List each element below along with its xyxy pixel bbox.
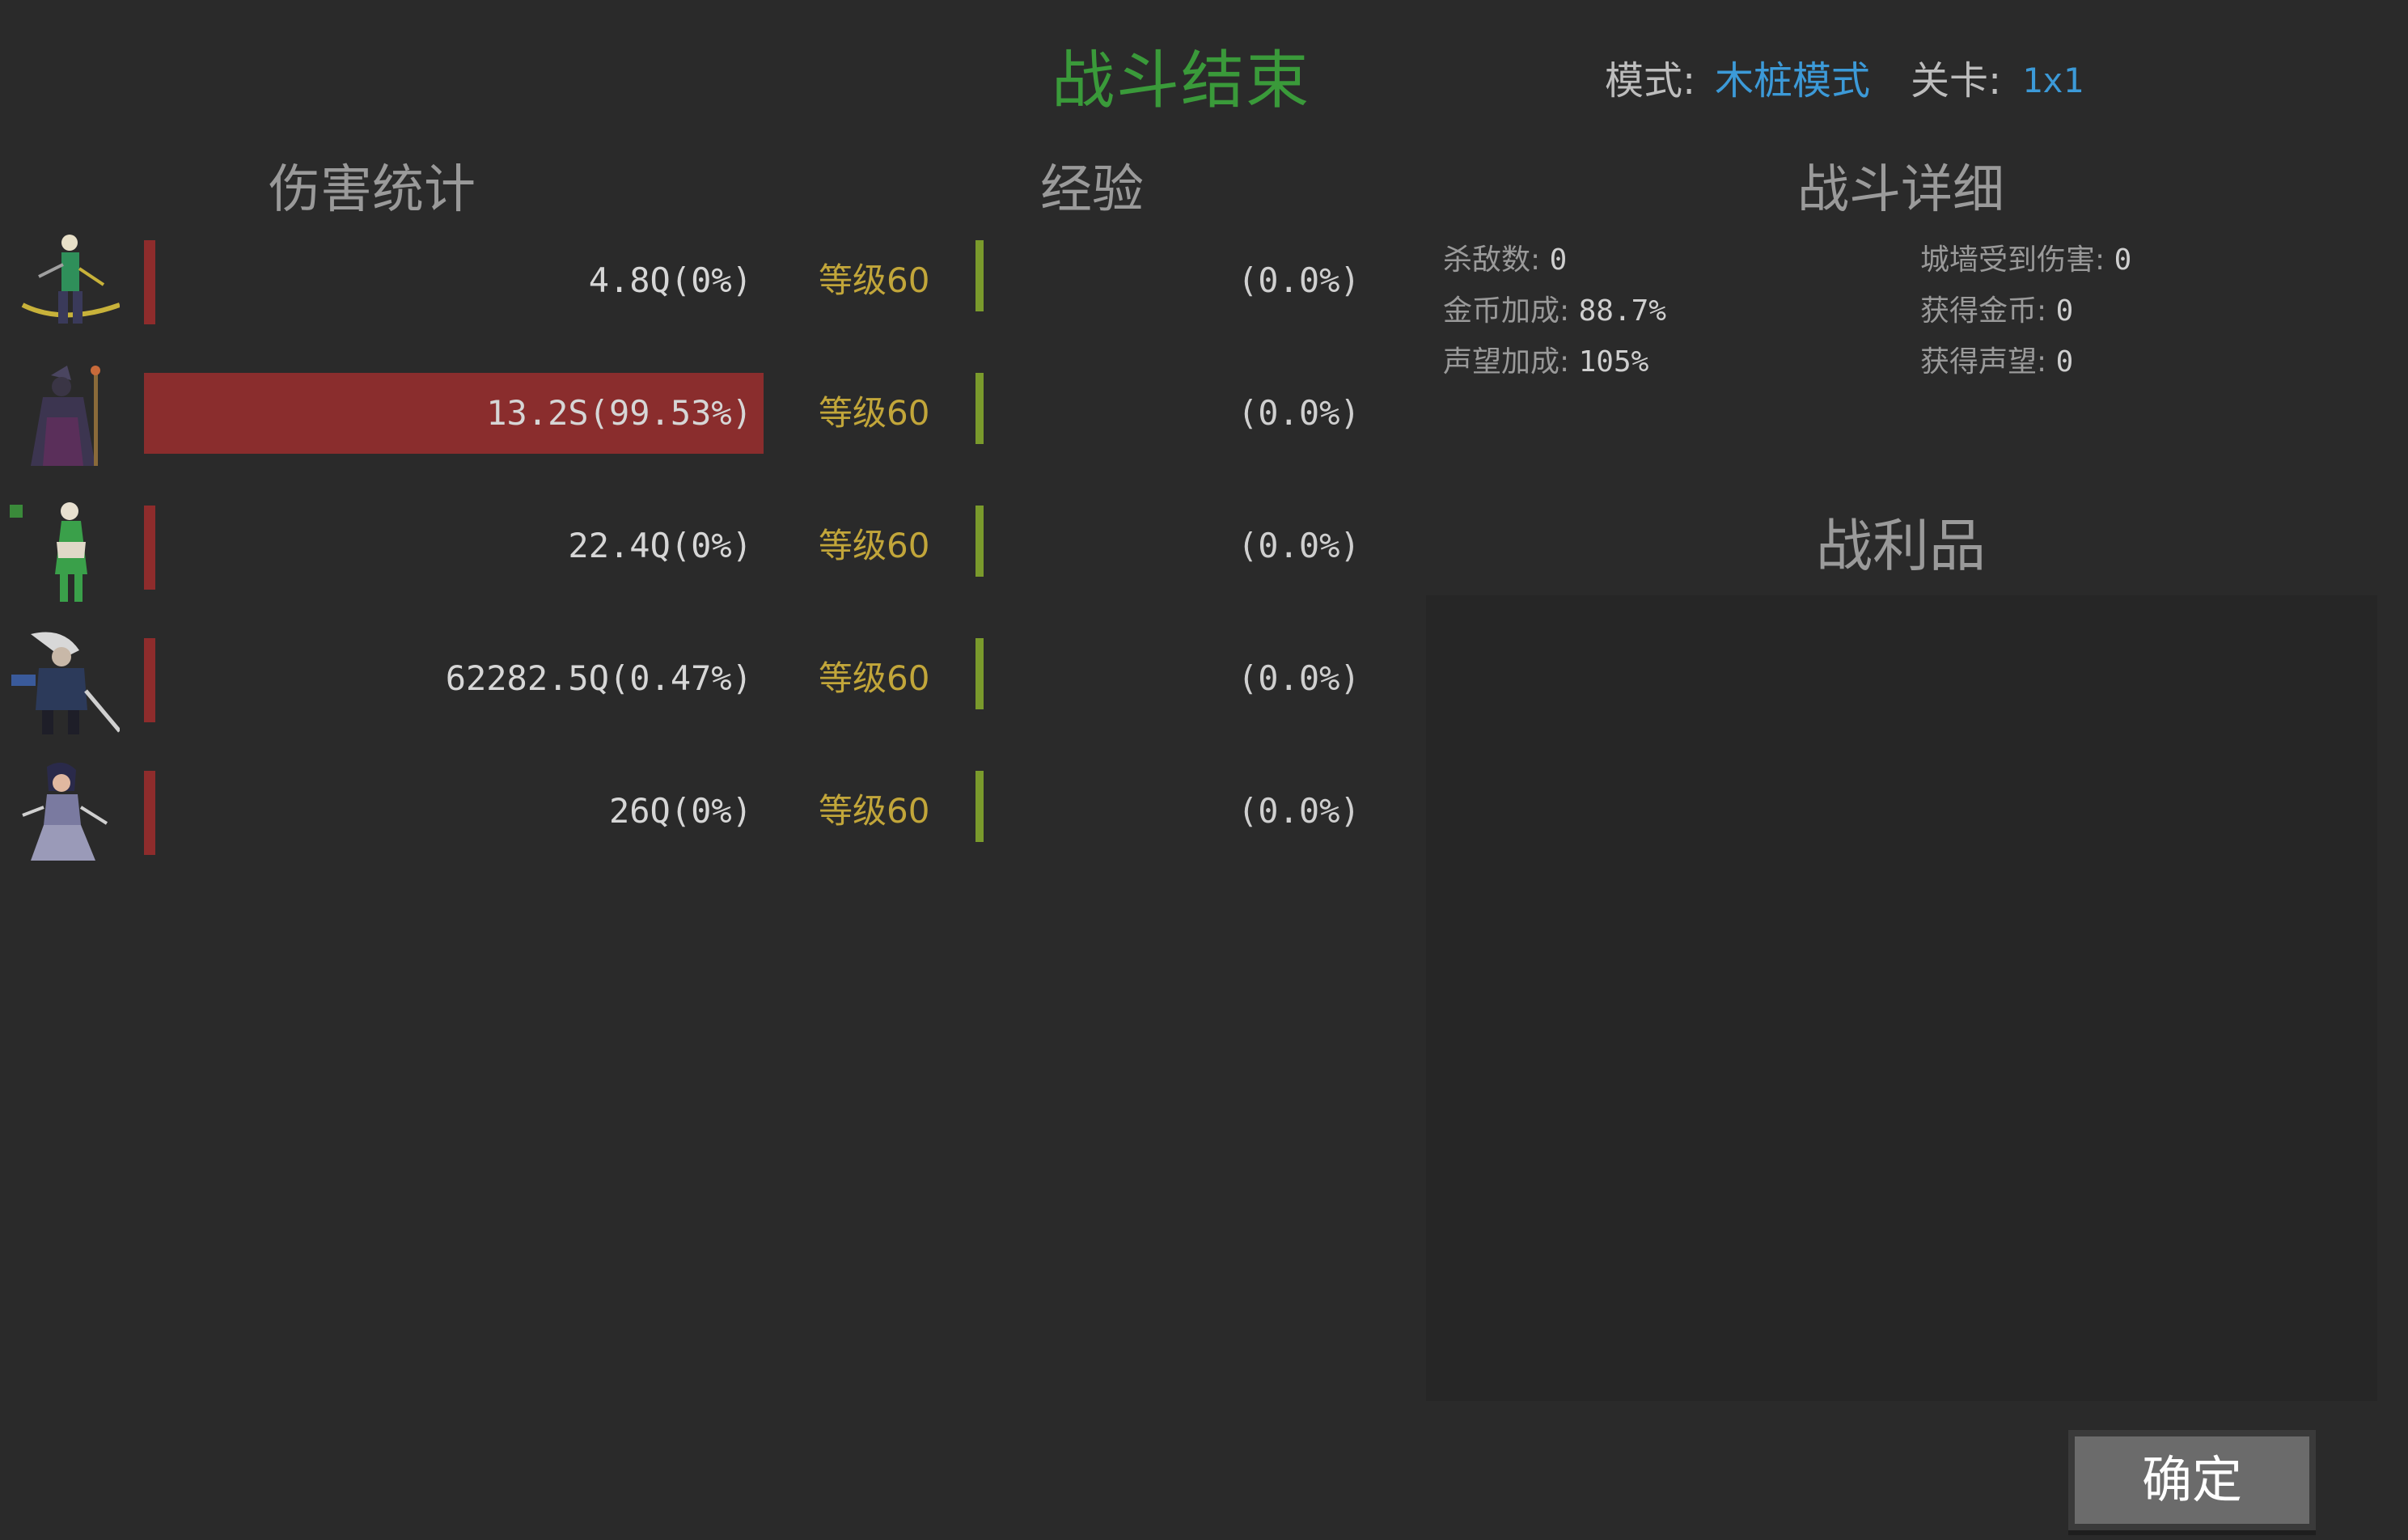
damage-stats-heading: 伤害统计 — [269, 160, 476, 220]
exp-value: (0.0%) — [1238, 658, 1361, 698]
wall-damage-value: 0 — [2114, 243, 2132, 277]
fame-gained-value: 0 — [2055, 345, 2074, 379]
gold-gained-value: 0 — [2055, 294, 2074, 328]
fame-gained-label: 获得声望: — [1920, 345, 2047, 379]
druid-icon — [10, 502, 87, 602]
kills-value: 0 — [1549, 243, 1568, 277]
exp-bar — [975, 240, 984, 311]
exp-value: (0.0%) — [1238, 791, 1361, 831]
hero-row: 22.4Q(0%) 等级60 (0.0%) — [0, 493, 1391, 607]
loot-panel — [1426, 595, 2377, 1401]
wall-damage-label: 城墙受到伤害: — [1920, 243, 2105, 277]
wall-damage-stat: 城墙受到伤害: 0 — [1920, 236, 2131, 285]
hero-row: 62282.5Q(0.47%) 等级60 (0.0%) — [0, 626, 1391, 739]
battle-details-heading: 战斗详细 — [1797, 160, 2004, 220]
hero-level: 等级60 — [819, 658, 930, 698]
fame-bonus-stat: 声望加成: 105% — [1443, 338, 1648, 387]
battle-result-screen: 战斗结束 模式: 木桩模式 关卡: 1x1 伤害统计 经验 战斗详细 战利品 4… — [0, 0, 2408, 1540]
exp-value: (0.0%) — [1238, 393, 1361, 433]
hero-row: 13.2S(99.53%) 等级60 (0.0%) — [0, 361, 1391, 474]
hero-level: 等级60 — [819, 526, 930, 565]
damage-value: 13.2S(99.53%) — [486, 393, 752, 433]
gold-bonus-value: 88.7% — [1578, 294, 1666, 328]
hero-level: 等级60 — [819, 393, 930, 433]
dark-mage-icon — [31, 366, 100, 466]
damage-value: 26Q(0%) — [608, 791, 752, 831]
gold-gained-label: 获得金币: — [1920, 294, 2047, 328]
kills-stat: 杀敌数: 0 — [1443, 236, 1567, 285]
mode-value: 木桩模式 — [1715, 58, 1871, 104]
hero-level: 等级60 — [819, 260, 930, 300]
loot-heading: 战利品 — [1816, 513, 1986, 579]
stage-label: 关卡: — [1911, 58, 2002, 104]
gold-gained-stat: 获得金币: 0 — [1920, 287, 2073, 336]
damage-value: 4.8Q(0%) — [588, 260, 752, 300]
fame-gained-stat: 获得声望: 0 — [1920, 338, 2073, 387]
confirm-button[interactable]: 确定 — [2068, 1430, 2316, 1530]
exp-bar — [975, 638, 984, 709]
exp-value: (0.0%) — [1238, 260, 1361, 300]
gold-bonus-label: 金币加成: — [1443, 294, 1570, 328]
kills-label: 杀敌数: — [1443, 243, 1541, 277]
stage-value: 1x1 — [2022, 61, 2084, 100]
swordsman-icon — [11, 632, 120, 734]
warrior-woman-icon — [22, 762, 108, 861]
mode-label: 模式: — [1605, 58, 1696, 104]
damage-bar — [144, 638, 155, 722]
exp-value: (0.0%) — [1238, 526, 1361, 565]
exp-bar — [975, 771, 984, 842]
damage-bar — [144, 506, 155, 590]
hero-row: 4.8Q(0%) 等级60 (0.0%) — [0, 228, 1391, 341]
damage-value: 22.4Q(0%) — [568, 526, 752, 565]
damage-bar — [144, 771, 155, 855]
damage-value: 62282.5Q(0.47%) — [445, 658, 752, 698]
fame-bonus-value: 105% — [1578, 345, 1649, 379]
battle-end-title: 战斗结束 — [1052, 44, 1311, 117]
exp-bar — [975, 506, 984, 577]
exp-heading: 经验 — [1040, 160, 1144, 220]
damage-bar — [144, 240, 155, 324]
exp-bar — [975, 373, 984, 444]
fame-bonus-label: 声望加成: — [1443, 345, 1570, 379]
hero-row: 26Q(0%) 等级60 (0.0%) — [0, 759, 1391, 872]
elf-archer-icon — [21, 235, 120, 324]
gold-bonus-stat: 金币加成: 88.7% — [1443, 287, 1666, 336]
hero-level: 等级60 — [819, 791, 930, 831]
